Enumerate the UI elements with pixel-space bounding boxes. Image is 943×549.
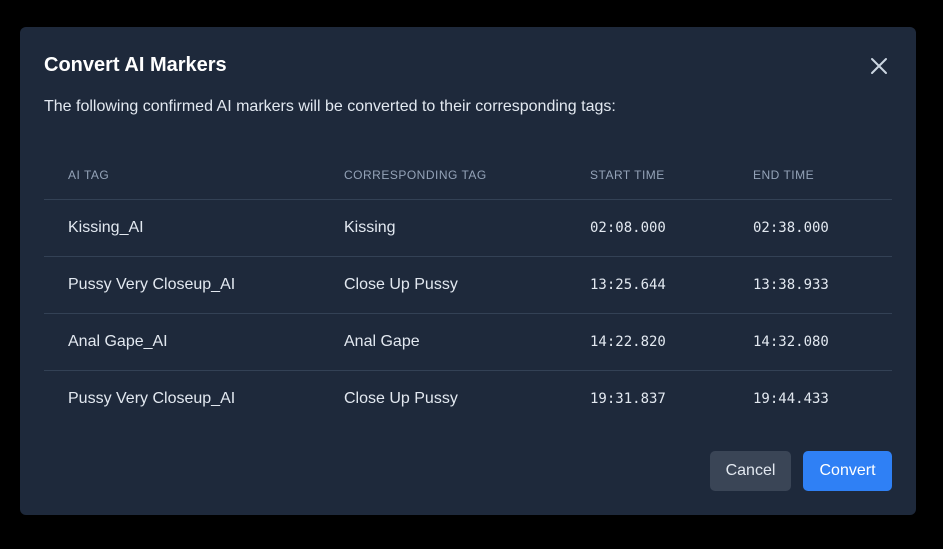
start-time-cell: 14:22.820 (566, 313, 729, 371)
table-row: Pussy Very Closeup_AI Close Up Pussy 13:… (44, 256, 892, 314)
markers-table: AI TAG CORRESPONDING TAG START TIME END … (44, 151, 892, 427)
close-icon (871, 58, 887, 74)
table-row: Pussy Very Closeup_AI Close Up Pussy 19:… (44, 370, 892, 427)
table-row: Anal Gape_AI Anal Gape 14:22.820 14:32.0… (44, 313, 892, 371)
ai-tag-cell: Pussy Very Closeup_AI (44, 256, 320, 314)
column-header-end-time: END TIME (729, 151, 892, 200)
corresponding-tag-cell: Kissing (320, 199, 566, 257)
convert-ai-markers-dialog: Convert AI Markers The following confirm… (20, 27, 916, 515)
dialog-description: The following confirmed AI markers will … (44, 98, 616, 115)
end-time-cell: 13:38.933 (729, 256, 892, 314)
corresponding-tag-cell: Close Up Pussy (320, 256, 566, 314)
ai-tag-cell: Anal Gape_AI (44, 313, 320, 371)
corresponding-tag-cell: Anal Gape (320, 313, 566, 371)
convert-button[interactable]: Convert (803, 451, 892, 491)
close-button[interactable] (866, 53, 892, 79)
column-header-corresponding-tag: CORRESPONDING TAG (320, 151, 566, 200)
column-header-ai-tag: AI TAG (44, 151, 320, 200)
column-header-start-time: START TIME (566, 151, 729, 200)
start-time-cell: 02:08.000 (566, 199, 729, 257)
end-time-cell: 14:32.080 (729, 313, 892, 371)
table-row: Kissing_AI Kissing 02:08.000 02:38.000 (44, 199, 892, 257)
end-time-cell: 19:44.433 (753, 390, 829, 407)
ai-tag-cell: Pussy Very Closeup_AI (68, 389, 236, 407)
end-time-cell: 02:38.000 (729, 199, 892, 257)
corresponding-tag-cell: Close Up Pussy (344, 389, 458, 407)
dialog-title: Convert AI Markers (44, 54, 227, 76)
start-time-cell: 13:25.644 (566, 256, 729, 314)
cancel-button[interactable]: Cancel (710, 451, 791, 491)
ai-tag-cell: Kissing_AI (44, 199, 320, 257)
table-header-row: AI TAG CORRESPONDING TAG START TIME END … (44, 151, 892, 200)
start-time-cell: 19:31.837 (590, 390, 666, 407)
